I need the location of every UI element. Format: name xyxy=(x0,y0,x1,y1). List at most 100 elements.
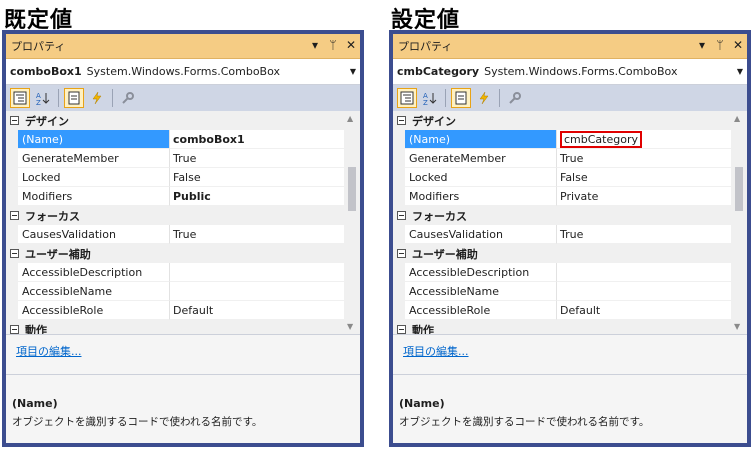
alphabetical-icon[interactable]: AZ xyxy=(420,88,440,108)
property-row[interactable]: CausesValidation True xyxy=(393,225,731,244)
property-name[interactable]: (Name) xyxy=(18,130,170,149)
pin-icon[interactable]: ᛘ xyxy=(326,38,340,52)
toolbar: AZ xyxy=(393,85,747,111)
property-name[interactable]: AccessibleRole xyxy=(18,301,170,320)
chevron-down-icon[interactable]: ▼ xyxy=(737,67,743,76)
collapse-icon[interactable] xyxy=(10,249,19,258)
property-value[interactable] xyxy=(170,282,344,301)
property-name[interactable]: Modifiers xyxy=(18,187,170,206)
category-header[interactable]: デザイン xyxy=(393,111,731,130)
scroll-down-icon[interactable]: ▼ xyxy=(734,322,740,331)
property-value[interactable]: Private xyxy=(557,187,731,206)
pin-icon[interactable]: ᛘ xyxy=(713,38,727,52)
property-name[interactable]: AccessibleDescription xyxy=(18,263,170,282)
row-gutter xyxy=(393,149,405,168)
category-header[interactable]: デザイン xyxy=(6,111,344,130)
property-value[interactable]: False xyxy=(170,168,344,187)
dropdown-icon[interactable]: ▾ xyxy=(695,38,709,52)
property-name[interactable]: CausesValidation xyxy=(405,225,557,244)
property-name[interactable]: AccessibleDescription xyxy=(405,263,557,282)
object-selector[interactable]: cmbCategory System.Windows.Forms.ComboBo… xyxy=(393,59,747,85)
category-header[interactable]: フォーカス xyxy=(393,206,731,225)
property-row[interactable]: GenerateMember True xyxy=(6,149,344,168)
collapse-icon[interactable] xyxy=(10,325,19,334)
property-row[interactable]: Modifiers Public xyxy=(6,187,344,206)
property-value[interactable] xyxy=(557,282,731,301)
property-row[interactable]: AccessibleDescription xyxy=(6,263,344,282)
property-name[interactable]: GenerateMember xyxy=(18,149,170,168)
category-header[interactable]: ユーザー補助 xyxy=(6,244,344,263)
property-value[interactable] xyxy=(170,263,344,282)
property-row[interactable]: AccessibleRole Default xyxy=(393,301,731,320)
scroll-thumb[interactable] xyxy=(735,167,743,211)
panel-title: プロパティ xyxy=(398,40,453,53)
property-name[interactable]: CausesValidation xyxy=(18,225,170,244)
property-name[interactable]: Locked xyxy=(18,168,170,187)
property-name[interactable]: AccessibleName xyxy=(18,282,170,301)
scroll-down-icon[interactable]: ▼ xyxy=(347,322,353,331)
scroll-thumb[interactable] xyxy=(348,167,356,211)
description-pane: (Name) オブジェクトを識別するコードで使われる名前です。 xyxy=(393,374,747,442)
property-name[interactable]: Locked xyxy=(405,168,557,187)
properties-icon[interactable] xyxy=(64,88,84,108)
property-name[interactable]: AccessibleName xyxy=(405,282,557,301)
property-value[interactable]: Public xyxy=(170,187,344,206)
property-name[interactable]: AccessibleRole xyxy=(405,301,557,320)
collapse-icon[interactable] xyxy=(10,211,19,220)
property-row[interactable]: (Name) comboBox1 xyxy=(6,130,344,149)
property-name[interactable]: Modifiers xyxy=(405,187,557,206)
property-name[interactable]: (Name) xyxy=(405,130,557,149)
scroll-up-icon[interactable]: ▲ xyxy=(347,114,353,123)
toolbar-separator xyxy=(445,89,446,107)
close-icon[interactable]: ✕ xyxy=(344,38,358,52)
property-row[interactable]: AccessibleName xyxy=(6,282,344,301)
property-name[interactable]: GenerateMember xyxy=(405,149,557,168)
edit-items-link[interactable]: 項目の編集... xyxy=(403,345,469,358)
property-row[interactable]: Locked False xyxy=(6,168,344,187)
property-row[interactable]: AccessibleName xyxy=(393,282,731,301)
property-value[interactable]: Default xyxy=(170,301,344,320)
property-row[interactable]: (Name) cmbCategory xyxy=(393,130,731,149)
collapse-icon[interactable] xyxy=(397,116,406,125)
vertical-scrollbar[interactable]: ▲ ▼ xyxy=(344,111,360,334)
collapse-icon[interactable] xyxy=(397,211,406,220)
property-row[interactable]: AccessibleDescription xyxy=(393,263,731,282)
property-value[interactable]: True xyxy=(557,149,731,168)
property-row[interactable]: Modifiers Private xyxy=(393,187,731,206)
collapse-icon[interactable] xyxy=(397,325,406,334)
collapse-icon[interactable] xyxy=(10,116,19,125)
scroll-up-icon[interactable]: ▲ xyxy=(734,114,740,123)
property-value[interactable] xyxy=(557,263,731,282)
collapse-icon[interactable] xyxy=(397,249,406,258)
properties-icon[interactable] xyxy=(451,88,471,108)
property-value[interactable]: True xyxy=(170,225,344,244)
property-value[interactable]: Default xyxy=(557,301,731,320)
property-row[interactable]: CausesValidation True xyxy=(6,225,344,244)
categorized-icon[interactable] xyxy=(10,88,30,108)
vertical-scrollbar[interactable]: ▲ ▼ xyxy=(731,111,747,334)
property-value-highlight[interactable]: cmbCategory xyxy=(560,130,642,148)
property-row[interactable]: AccessibleRole Default xyxy=(6,301,344,320)
alphabetical-icon[interactable]: AZ xyxy=(33,88,53,108)
property-row[interactable]: Locked False xyxy=(393,168,731,187)
property-value[interactable]: cmbCategory xyxy=(557,130,731,149)
property-row[interactable]: GenerateMember True xyxy=(393,149,731,168)
property-value[interactable]: True xyxy=(557,225,731,244)
close-icon[interactable]: ✕ xyxy=(731,38,745,52)
property-value[interactable]: False xyxy=(557,168,731,187)
property-value[interactable]: comboBox1 xyxy=(170,130,344,149)
category-header[interactable]: 動作 xyxy=(393,320,731,334)
chevron-down-icon[interactable]: ▼ xyxy=(350,67,356,76)
edit-items-link[interactable]: 項目の編集... xyxy=(16,345,82,358)
dropdown-icon[interactable]: ▾ xyxy=(308,38,322,52)
property-pages-icon[interactable] xyxy=(118,88,138,108)
property-value[interactable]: True xyxy=(170,149,344,168)
events-icon[interactable] xyxy=(474,88,494,108)
category-header[interactable]: 動作 xyxy=(6,320,344,334)
categorized-icon[interactable] xyxy=(397,88,417,108)
category-header[interactable]: ユーザー補助 xyxy=(393,244,731,263)
object-selector[interactable]: comboBox1 System.Windows.Forms.ComboBox … xyxy=(6,59,360,85)
events-icon[interactable] xyxy=(87,88,107,108)
property-pages-icon[interactable] xyxy=(505,88,525,108)
category-header[interactable]: フォーカス xyxy=(6,206,344,225)
